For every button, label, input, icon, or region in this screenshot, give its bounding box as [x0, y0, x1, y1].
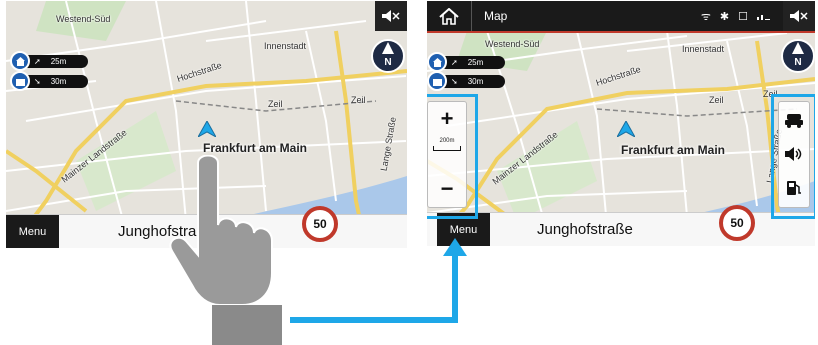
home-icon: [427, 52, 447, 72]
work-icon: [10, 71, 30, 91]
connector-arrow: [290, 238, 467, 323]
tap-hand-icon: [169, 155, 282, 345]
home-icon: [10, 51, 30, 71]
work-icon: [427, 71, 447, 91]
